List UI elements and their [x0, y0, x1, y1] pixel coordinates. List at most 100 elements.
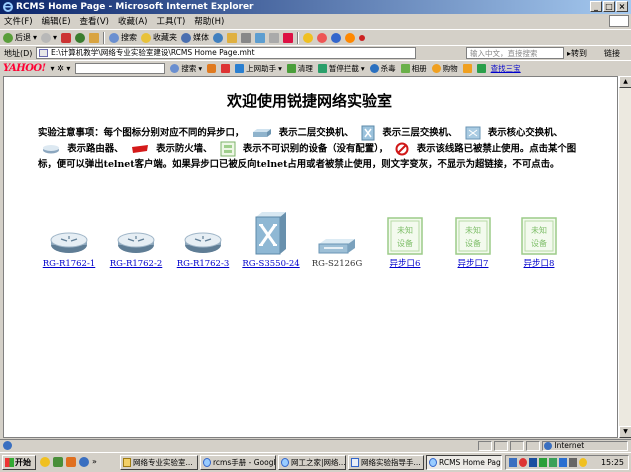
menu-help[interactable]: 帮助(H): [194, 15, 224, 27]
addon-icon[interactable]: [359, 34, 366, 41]
history-icon[interactable]: [213, 32, 224, 43]
input-method-icon[interactable]: [559, 458, 567, 467]
yahoo-dropdown-icon[interactable]: ▾ ✲ ▾: [51, 64, 71, 73]
antivirus-button[interactable]: 杀毒: [369, 63, 396, 74]
device-label[interactable]: 异步口6: [370, 259, 440, 269]
favorites-button[interactable]: 收藏夹: [141, 32, 177, 43]
device-item[interactable]: 未知 设备 异步口8: [504, 207, 574, 269]
device-label[interactable]: RG-R1762-3: [168, 259, 238, 269]
device-item[interactable]: RG-S2126G: [302, 215, 372, 269]
menu-view[interactable]: 查看(V): [80, 15, 109, 27]
media-player-icon[interactable]: [66, 457, 76, 467]
notes-paragraph: 实验注意事项：每个图标分别对应不同的异步口， 表示二层交换机、 表示三层交换机、…: [38, 125, 586, 172]
device-item[interactable]: RG-R1762-2: [101, 215, 171, 269]
mail-icon[interactable]: [227, 32, 238, 43]
shield-tray-icon[interactable]: [529, 458, 537, 467]
forward-button[interactable]: ▾: [41, 32, 57, 43]
orange-ball-icon[interactable]: [345, 32, 356, 43]
scroll-down-button[interactable]: ▼: [619, 426, 631, 438]
desktop-icon[interactable]: [53, 457, 63, 467]
address-url: E:\计算机教学\网络专业实验室建设\RCMS Home Page.mht: [51, 48, 255, 57]
grid-button[interactable]: [476, 63, 486, 73]
search-button[interactable]: 搜索: [109, 32, 137, 43]
messenger-icon[interactable]: [283, 32, 294, 43]
menu-edit[interactable]: 编辑(E): [42, 15, 71, 27]
device-label[interactable]: RG-S3550-24: [236, 259, 306, 269]
menu-bar: 文件(F) 编辑(E) 查看(V) 收藏(A) 工具(T) 帮助(H): [0, 14, 631, 28]
yahoo-logo[interactable]: YAHOO!: [3, 63, 46, 74]
scroll-up-button[interactable]: ▲: [619, 76, 631, 88]
discuss-icon[interactable]: [269, 32, 280, 43]
minimize-button[interactable]: _: [590, 1, 602, 12]
device-item[interactable]: 未知 设备 异步口6: [370, 207, 440, 269]
device-label[interactable]: 异步口8: [504, 259, 574, 269]
ie-status-icon: [3, 441, 12, 450]
title-bar[interactable]: RCMS Home Page - Microsoft Internet Expl…: [0, 0, 631, 14]
menu-file[interactable]: 文件(F): [4, 15, 33, 27]
l2-switch-icon: [318, 239, 355, 254]
mail2-button[interactable]: [462, 63, 472, 73]
status-cell: [526, 441, 540, 451]
start-button[interactable]: 开始: [2, 455, 36, 470]
qq-icon[interactable]: [40, 457, 50, 467]
media-button[interactable]: 媒体: [181, 32, 209, 43]
shopping-icon: [431, 63, 441, 73]
menu-favorites[interactable]: 收藏(A): [118, 15, 147, 27]
antivirus-tray-icon[interactable]: [519, 458, 527, 467]
arrow-tray-icon[interactable]: [549, 458, 557, 467]
device-item[interactable]: 未知 设备 异步口7: [438, 207, 508, 269]
clean-button[interactable]: 清理: [286, 63, 313, 74]
yahoo-mail-button[interactable]: [207, 63, 217, 73]
device-item[interactable]: RG-R1762-3: [168, 215, 238, 269]
volume-icon[interactable]: [569, 458, 577, 467]
device-item[interactable]: RG-S3550-24: [236, 209, 306, 269]
qq-tray-icon[interactable]: [579, 458, 587, 467]
print-icon[interactable]: [241, 32, 252, 43]
yahoo-pk-button[interactable]: [221, 63, 231, 73]
core-switch-icon: [465, 126, 481, 140]
menu-tools[interactable]: 工具(T): [156, 15, 185, 27]
links-button[interactable]: 链接: [604, 48, 620, 59]
device-label[interactable]: RG-R1762-2: [101, 259, 171, 269]
task-button[interactable]: 网工之家|网络...: [278, 455, 346, 470]
task-button[interactable]: 网络实验指导手...: [348, 455, 424, 470]
unknown-icon-line1: 未知: [465, 225, 481, 235]
back-button[interactable]: 后退 ▾: [3, 32, 37, 43]
flashget-icon[interactable]: [317, 32, 328, 43]
popup-block-button[interactable]: 暂停拦截 ▾: [317, 63, 365, 74]
qq-icon[interactable]: [303, 32, 314, 43]
chevron-icon[interactable]: »: [92, 457, 97, 467]
ie-icon[interactable]: [79, 457, 89, 467]
star-icon: [141, 32, 152, 43]
yahoo-search-button[interactable]: 搜索 ▾: [170, 63, 202, 74]
disabled-icon: [395, 142, 409, 156]
refresh-icon[interactable]: [75, 32, 86, 43]
device-label[interactable]: RG-R1762-1: [34, 259, 104, 269]
home-icon[interactable]: [89, 32, 100, 43]
assistant-button[interactable]: 上网助手 ▾: [235, 63, 282, 74]
stop-icon[interactable]: [61, 32, 72, 43]
album-button[interactable]: 相册: [400, 63, 427, 74]
blue-ball-icon[interactable]: [331, 32, 342, 43]
device-label[interactable]: 异步口7: [438, 259, 508, 269]
device-item[interactable]: RG-R1762-1: [34, 215, 104, 269]
network-icon[interactable]: [509, 458, 517, 467]
close-button[interactable]: ×: [616, 1, 628, 12]
shopping-button[interactable]: 购物: [431, 63, 458, 74]
task-button[interactable]: rcms手册 - Googl...: [200, 455, 276, 470]
edit-icon[interactable]: [255, 32, 266, 43]
address-input[interactable]: E:\计算机教学\网络专业实验室建设\RCMS Home Page.mht: [36, 47, 416, 59]
yahoo-link[interactable]: 查找三宝: [491, 63, 521, 74]
status-cell: [478, 441, 492, 451]
go-button[interactable]: ▸转到: [567, 48, 587, 59]
green-tray-icon[interactable]: [539, 458, 547, 467]
unknown-device-icon: [220, 141, 236, 157]
yahoo-search-input[interactable]: [75, 62, 166, 74]
task-button-active[interactable]: RCMS Home Page...: [426, 455, 502, 470]
maximize-button[interactable]: □: [603, 1, 615, 12]
forward-arrow-icon: [41, 32, 52, 43]
router-icon: [184, 232, 222, 253]
vertical-scrollbar[interactable]: ▲ ▼: [618, 76, 631, 438]
unknown-device-icon: 未知设备: [455, 217, 491, 255]
task-button[interactable]: 网络专业实验室...: [120, 455, 198, 470]
